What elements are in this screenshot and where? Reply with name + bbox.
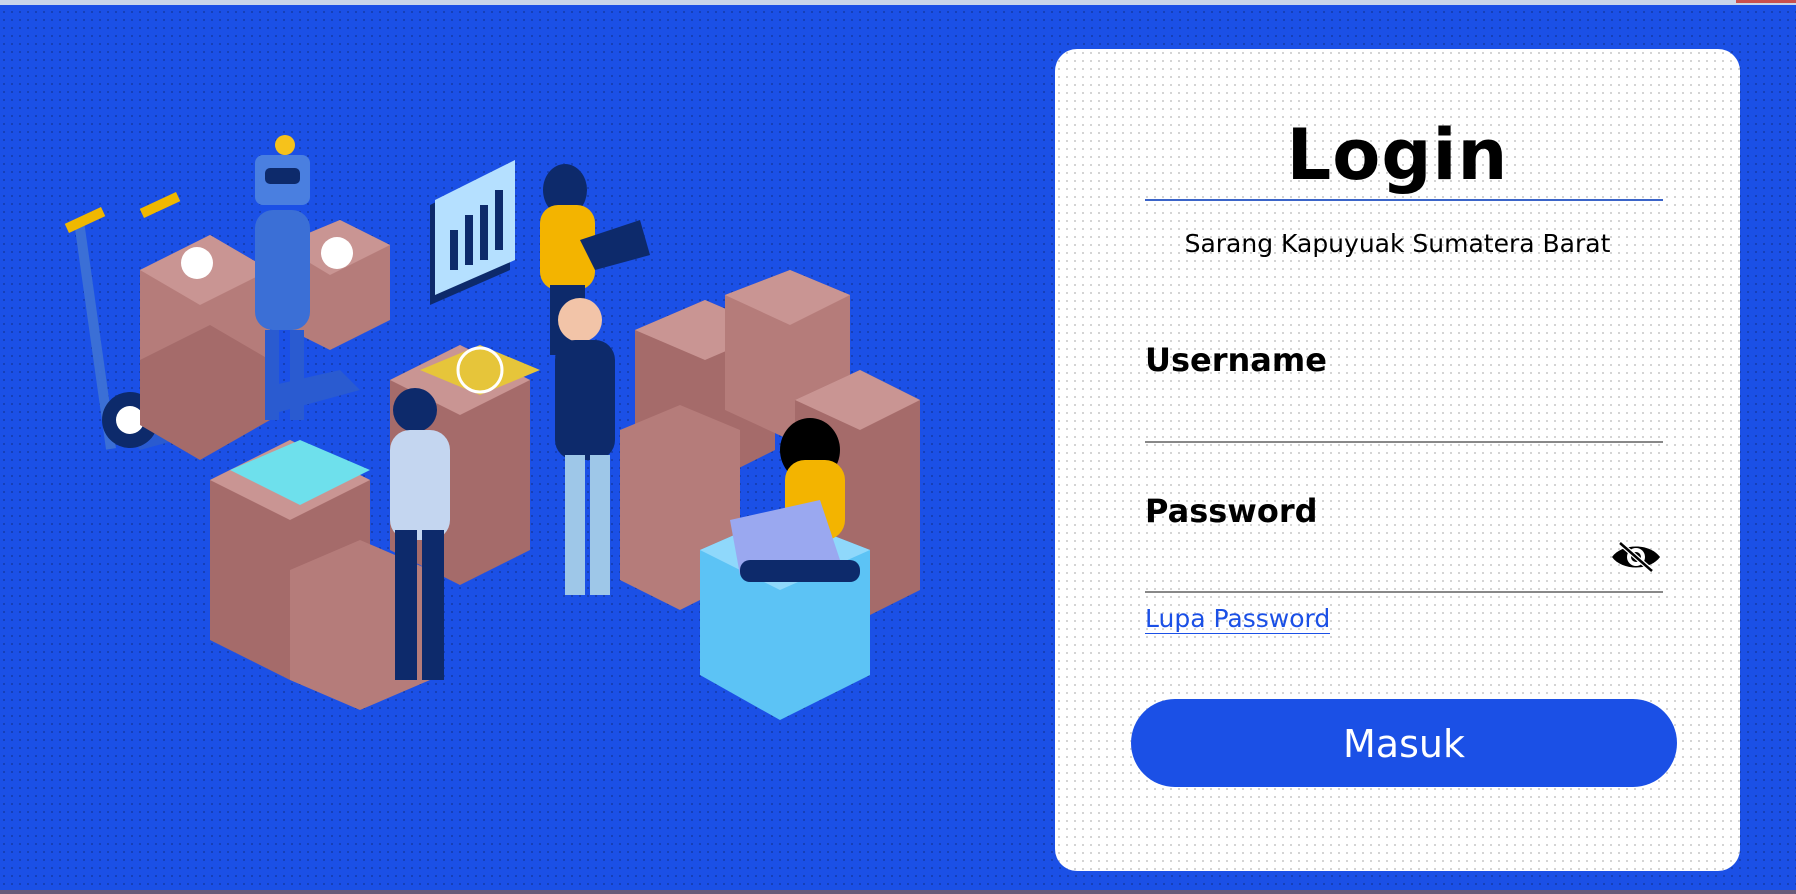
window-close-corner[interactable] (1736, 0, 1796, 3)
password-label: Password (1145, 492, 1318, 530)
username-label: Username (1145, 341, 1327, 379)
password-underline (1145, 591, 1663, 593)
eye-off-icon[interactable] (1610, 539, 1662, 575)
login-card: Login Sarang Kapuyuak Sumatera Barat Use… (1055, 49, 1740, 871)
window-top-edge (0, 0, 1796, 5)
login-window: Login Sarang Kapuyuak Sumatera Barat Use… (0, 0, 1796, 894)
login-subtitle: Sarang Kapuyuak Sumatera Barat (1184, 229, 1611, 258)
forgot-password-link[interactable]: Lupa Password (1145, 604, 1331, 634)
title-divider (1145, 199, 1663, 201)
window-bottom-edge (0, 890, 1796, 894)
password-field[interactable] (1145, 551, 1605, 591)
username-field[interactable] (1145, 401, 1663, 443)
warehouse-illustration (64, 135, 920, 720)
login-submit-button[interactable]: Masuk (1131, 699, 1677, 787)
chart-bubble (430, 160, 515, 305)
robot-cart (64, 135, 390, 460)
login-title: Login (1286, 114, 1509, 196)
